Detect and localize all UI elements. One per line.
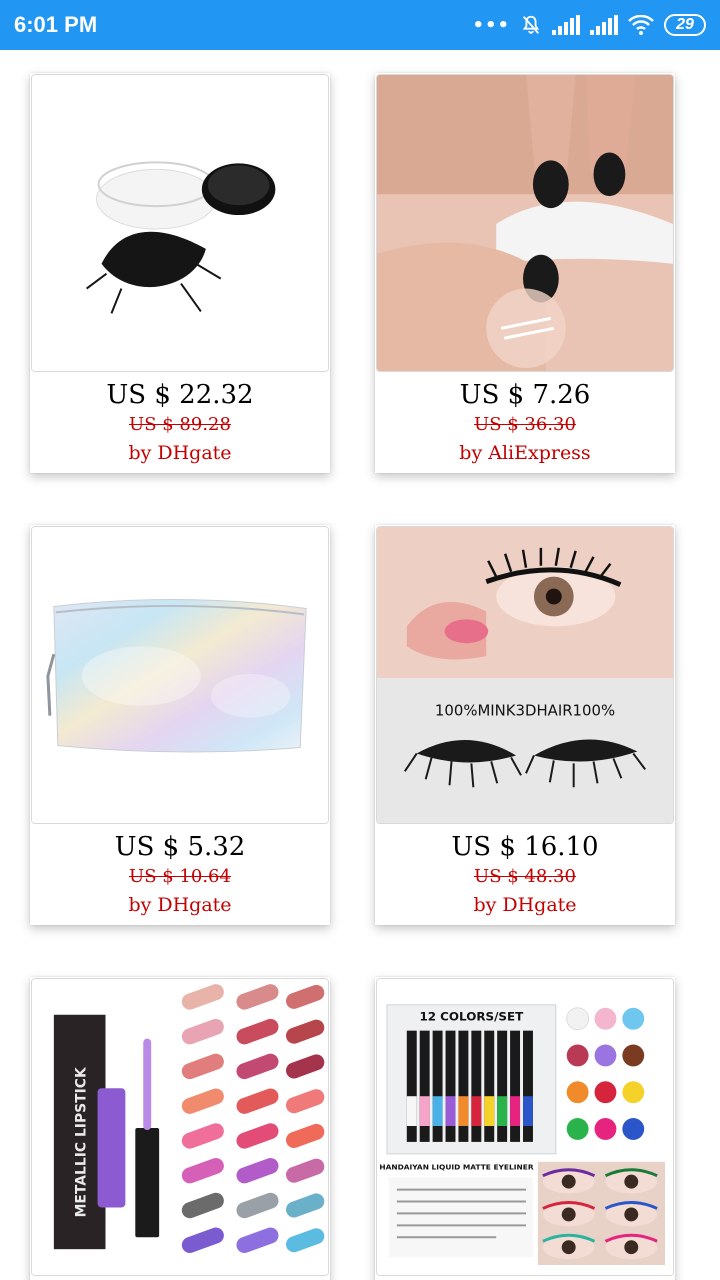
more-dots-icon: ••• (472, 14, 510, 36)
muted-bell-icon (522, 15, 540, 34)
wifi-icon (628, 15, 654, 35)
product-image-mink-lashes[interactable]: 100%MINK3DHAIR100% (376, 526, 674, 824)
product-card[interactable]: METALLIC LIPSTICK (30, 977, 330, 1280)
product-grid: US $ 22.32 US $ 89.28 by DHgate US $ 7.2… (0, 50, 720, 1280)
status-time: 6:01 PM (14, 12, 98, 37)
product-old-price: US $ 89.28 (129, 414, 231, 435)
product-old-price: US $ 10.64 (129, 866, 231, 887)
lipstick-box-text: METALLIC LIPSTICK (74, 1066, 90, 1217)
eyeliner-caption-text: HANDAIYAN LIQUID MATTE EYELINER (379, 1163, 533, 1172)
product-seller: by DHgate (128, 442, 232, 464)
product-image-lash-lift[interactable] (376, 74, 674, 372)
product-image-cosmetic-bag[interactable] (31, 526, 329, 824)
product-seller: by AliExpress (459, 442, 591, 464)
product-price: US $ 5.32 (114, 832, 246, 862)
product-price: US $ 22.32 (106, 380, 254, 410)
product-card[interactable]: 100%MINK3DHAIR100% US $ 16.10 US $ 48.30… (375, 525, 675, 925)
product-image-lipstick[interactable]: METALLIC LIPSTICK (31, 978, 329, 1276)
product-card[interactable]: 12 COLORS/SET HANDAIYAN LIQUID MATTE EYE… (375, 977, 675, 1280)
product-old-price: US $ 36.30 (474, 414, 576, 435)
eyeliner-set-image: 12 COLORS/SET HANDAIYAN LIQUID MATTE EYE… (377, 979, 673, 1275)
product-card[interactable]: US $ 7.26 US $ 36.30 by AliExpress (375, 73, 675, 473)
product-old-price: US $ 48.30 (474, 866, 576, 887)
signal-icon (552, 15, 580, 35)
product-card[interactable]: US $ 22.32 US $ 89.28 by DHgate (30, 73, 330, 473)
battery-icon: 29 (664, 14, 706, 36)
product-image-eyeliner-set[interactable]: 12 COLORS/SET HANDAIYAN LIQUID MATTE EYE… (376, 978, 674, 1276)
battery-level: 29 (676, 16, 694, 33)
status-icons: ••• 29 (472, 14, 706, 36)
product-image-eyelash-jar[interactable] (31, 74, 329, 372)
product-seller: by DHgate (128, 894, 232, 916)
mink-lashes-image: 100%MINK3DHAIR100% (377, 527, 673, 823)
eyelash-jar-image (32, 75, 328, 371)
signal-icon (590, 15, 618, 35)
eyeliner-set-text: 12 COLORS/SET (419, 1010, 524, 1024)
status-bar: 6:01 PM ••• 29 (0, 0, 720, 50)
product-seller: by DHgate (473, 894, 577, 916)
metallic-lipstick-image: METALLIC LIPSTICK (32, 979, 328, 1275)
lashes-brand-text: 100%MINK3DHAIR100% (435, 702, 615, 720)
product-card[interactable]: US $ 5.32 US $ 10.64 by DHgate (30, 525, 330, 925)
product-price: US $ 7.26 (459, 380, 591, 410)
lash-lift-image (377, 75, 673, 371)
holographic-bag-image (32, 527, 328, 823)
product-price: US $ 16.10 (451, 832, 599, 862)
